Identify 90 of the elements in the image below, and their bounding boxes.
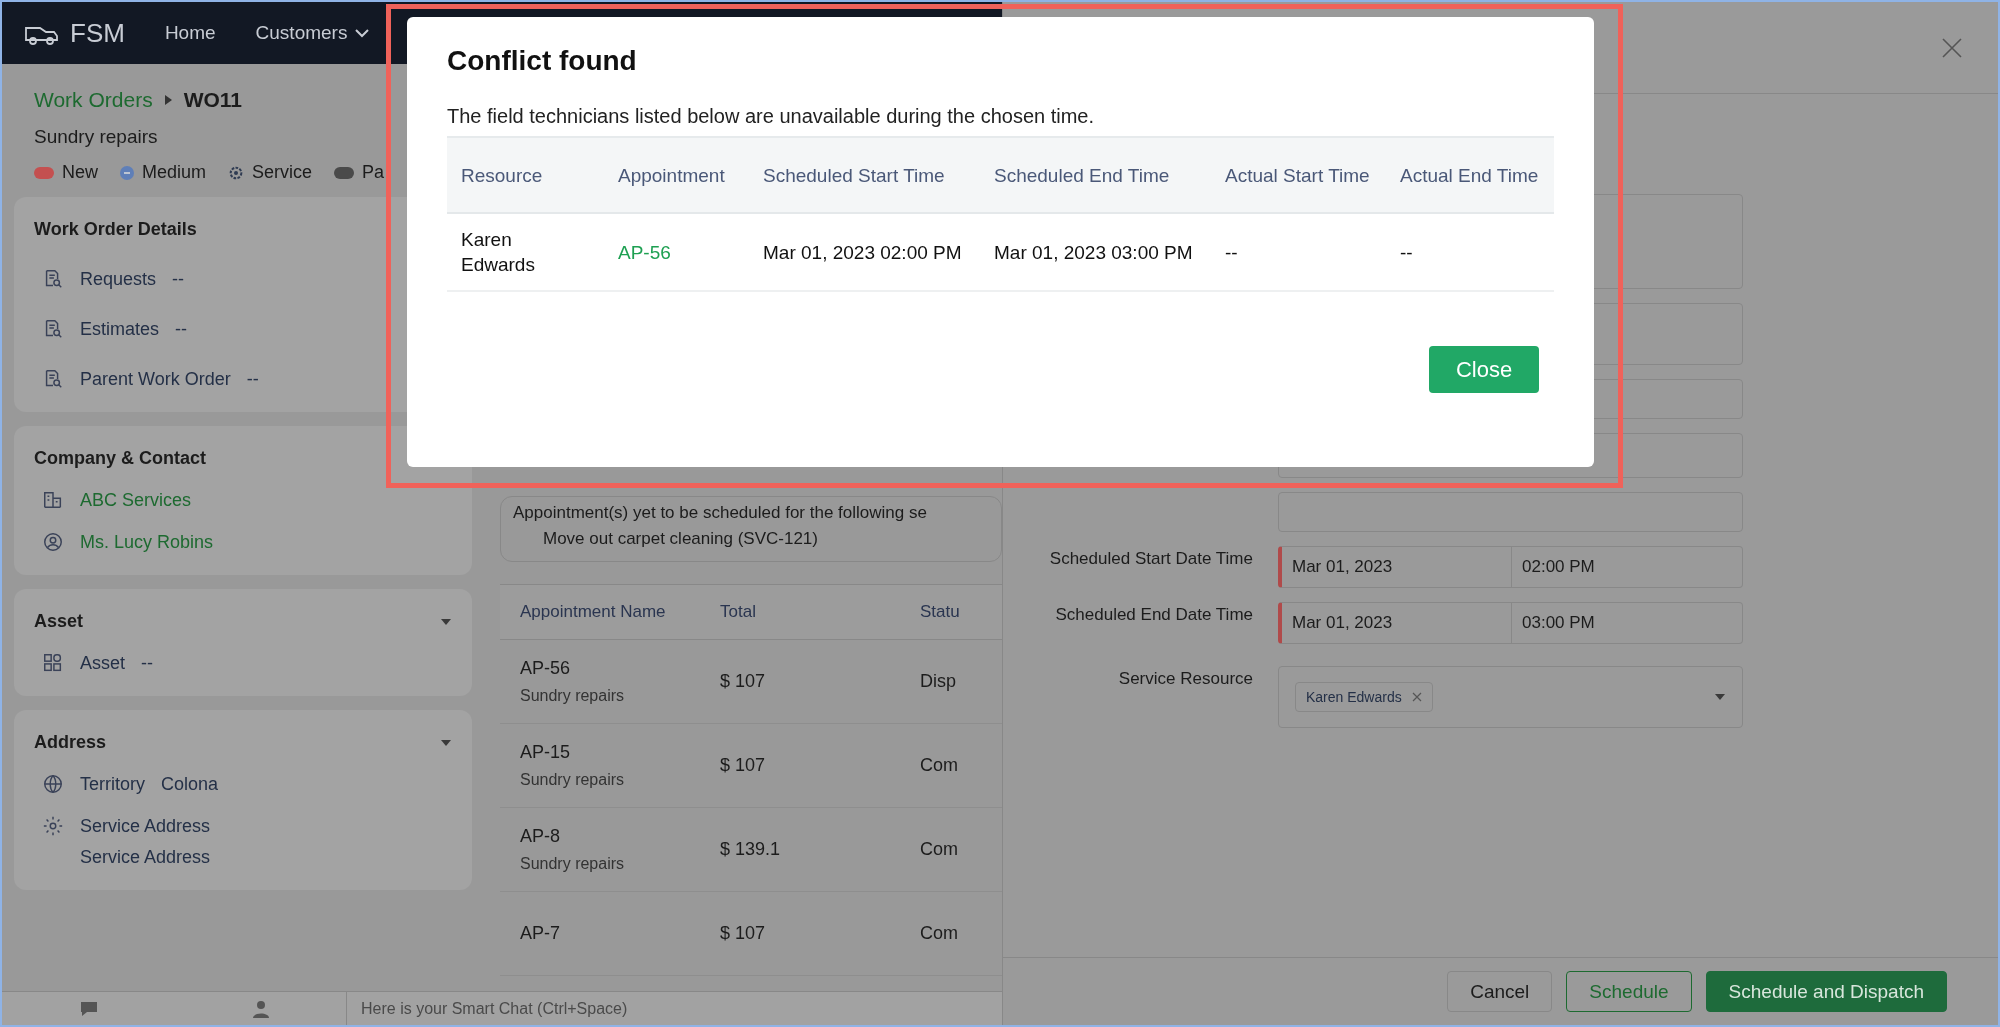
table-cell-text: Com [920,755,959,776]
caret-right-icon [164,95,172,105]
table-cell-text: Com [920,923,959,944]
table-cell: -- [1386,214,1554,292]
tag-label: Pa [362,162,385,183]
table-cell-text: $ 139.1 [720,839,782,860]
column-header: Actual Start Time [1211,136,1386,214]
table-cell-text: $ 107 [720,671,767,692]
dialog-message: The field technicians listed below are unavailable during the chosen time. [447,105,1096,128]
record-link[interactable]: Ms. Lucy Robins [80,531,214,553]
field-label: Asset [80,652,126,674]
person-icon [42,531,64,553]
date-value: Mar 01, 2023 [1282,603,1512,643]
nav-link[interactable]: Customers [255,22,370,44]
nav-link[interactable]: Home [164,22,216,44]
table-cell-text: AP-8 [520,826,562,847]
dialog-title: Conflict found [447,45,638,77]
table-cell-text: AP-56 [520,658,572,679]
column-header: Statu [920,602,961,622]
column-header: Scheduled End Time [980,136,1211,214]
table-cell-text: Disp [920,671,957,692]
table-cell: -- [1211,214,1386,292]
tag-label: New [62,162,98,183]
table-cell: Karen Edwards [447,214,604,292]
field-value: -- [175,318,188,340]
pending-item: Move out carpet cleaning (SVC-121) [542,529,819,549]
field-value: -- [172,268,185,290]
user-icon[interactable] [251,999,270,1018]
schedule-dispatch-button[interactable]: Schedule and Dispatch [1705,971,1947,1012]
table-cell-text: Sundry repairs [520,771,626,789]
table-cell-text: $ 107 [720,755,767,776]
time-value: 02:00 PM [1521,556,1596,578]
field-label: Scheduled Start Date Time [1048,548,1253,570]
table-cell: Mar 01, 2023 02:00 PM [749,214,980,292]
work-order-id: WO11 [183,88,242,112]
appointment-link[interactable]: AP-56 [604,214,749,292]
work-order-summary: Sundry repairs [34,126,159,148]
close-icon[interactable] [1942,37,1962,58]
tag-label: Service [252,162,313,183]
datetime-field[interactable]: Mar 01, 2023 02:00 PM [1278,546,1743,588]
app-brand[interactable]: FSM [24,17,125,49]
field-label: Service Address [80,815,211,837]
globe-icon [42,773,64,795]
section-title: Work Order Details [34,219,197,240]
column-header: Total [720,602,757,622]
column-header: Appointment [604,136,749,214]
remove-icon[interactable] [1411,692,1422,702]
pending-heading: Appointment(s) yet to be scheduled for the following se [513,503,928,523]
grid-icon [42,652,64,674]
table-cell-text: AP-7 [520,923,562,944]
field-label: Parent Work Order [80,368,231,390]
record-link[interactable]: ABC Services [80,489,192,511]
field-label: Estimates [80,318,160,340]
section-title: Address [34,732,107,753]
column-header: Actual End Time [1386,136,1554,214]
field-value: -- [141,652,154,674]
cancel-button[interactable]: Cancel [1447,971,1553,1012]
field-value: -- [246,368,259,390]
time-value: 03:00 PM [1521,612,1596,634]
field-label: Requests [80,268,157,290]
date-value: Mar 01, 2023 [1282,547,1512,587]
datetime-field[interactable]: Mar 01, 2023 03:00 PM [1278,602,1743,644]
section-title: Company & Contact [34,448,206,469]
column-header: Scheduled Start Time [749,136,980,214]
table-cell-text: $ 107 [720,923,767,944]
smart-chat-field[interactable]: Here is your Smart Chat (Ctrl+Space) [347,991,1002,1025]
field-label: Service Resource [1117,668,1253,690]
dropdown-caret-icon [1714,693,1726,701]
resource-select[interactable]: Karen Edwards [1278,666,1743,728]
collapse-caret-icon [440,617,452,626]
table-cell-text: Com [920,839,959,860]
table-cell-text: Sundry repairs [520,687,626,705]
field-value: Colona [161,773,219,795]
gear-icon [42,815,64,837]
table-cell-text: Sundry repairs [520,855,626,873]
chat-bubble-icon[interactable] [78,999,99,1018]
section-title: Asset [34,611,84,632]
chevron-down-icon [355,28,370,38]
resource-chip[interactable]: Karen Edwards [1295,682,1433,712]
field-value: Service Address [80,847,211,868]
tag-label: Medium [142,162,207,183]
column-header: Appointment Name [520,602,667,622]
table-cell-text: AP-15 [520,742,572,763]
collapse-caret-icon [440,738,452,747]
building-icon [42,489,64,511]
field-label: Territory [80,773,145,795]
close-button[interactable]: Close [1429,346,1539,393]
table-cell: Mar 01, 2023 03:00 PM [980,214,1211,292]
column-header: Resource [447,136,604,214]
field-label: Scheduled End Date Time [1054,604,1253,626]
